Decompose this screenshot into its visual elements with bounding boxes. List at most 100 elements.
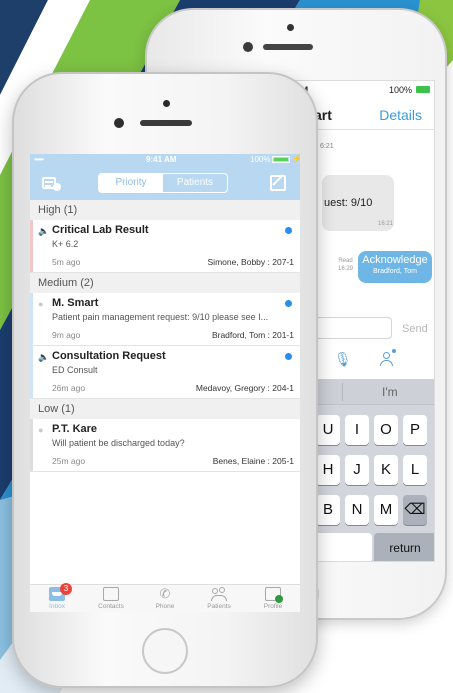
sort-segmented-control: Priority Patients <box>98 173 228 193</box>
camera-lens <box>114 118 124 128</box>
backspace-key[interactable]: ⌫ <box>403 495 427 525</box>
tab-profile[interactable]: Profile <box>246 585 300 612</box>
return-key[interactable]: return <box>374 533 434 561</box>
speaker-icon: 🔈 <box>38 352 50 362</box>
earpiece-speaker <box>263 44 313 50</box>
suggestion-word[interactable]: I'm <box>382 385 398 399</box>
contacts-icon <box>103 587 119 601</box>
item-time: 5m ago <box>52 257 81 267</box>
item-title: Critical Lab Result <box>52 224 149 236</box>
tab-label: Profile <box>263 603 283 610</box>
item-patient: Medavoy, Gregory : 204-1 <box>195 383 294 393</box>
key-u[interactable]: U <box>316 415 340 445</box>
key-p[interactable]: P <box>403 415 427 445</box>
message-input[interactable] <box>312 317 392 339</box>
list-item[interactable]: 🔈 Critical Lab Result K+ 6.2 5m ago Simo… <box>30 220 300 273</box>
status-bar: ••••• 9:41 AM 100% ⚡ <box>30 154 300 166</box>
home-button[interactable] <box>142 628 188 674</box>
item-title: P.T. Kare <box>52 423 98 435</box>
priority-bar <box>30 220 33 272</box>
item-time: 26m ago <box>52 383 86 393</box>
read-label: Read <box>338 258 353 264</box>
earpiece-speaker <box>140 120 192 126</box>
compose-icon[interactable] <box>270 174 286 191</box>
key-j[interactable]: J <box>345 455 369 485</box>
battery-percent: 100% <box>388 85 412 95</box>
patients-icon <box>211 587 227 601</box>
unread-dot <box>285 353 292 360</box>
speaker-icon: 🔈 <box>38 226 50 236</box>
item-subtitle: K+ 6.2 <box>52 239 79 249</box>
item-subtitle: Will patient be discharged today? <box>52 438 185 448</box>
front-camera <box>163 100 170 107</box>
priority-bar <box>30 346 33 398</box>
tab-label: Patients <box>207 603 231 610</box>
key-k[interactable]: K <box>374 455 398 485</box>
item-title: M. Smart <box>52 297 99 309</box>
profile-icon <box>265 587 283 603</box>
tab-label: Phone <box>155 603 175 610</box>
key-b[interactable]: B <box>316 495 340 525</box>
tab-label: Inbox <box>49 603 65 610</box>
tab-inbox[interactable]: 3 Inbox <box>30 583 84 612</box>
tab-priority[interactable]: Priority <box>99 174 163 192</box>
acknowledge-label: Acknowledge <box>362 254 428 266</box>
filter-inbox-icon[interactable] <box>42 174 62 192</box>
list-item[interactable]: 🔈 Consultation Request ED Consult 26m ag… <box>30 346 300 399</box>
key-o[interactable]: O <box>374 415 398 445</box>
unread-dot <box>285 300 292 307</box>
section-header-medium: Medium (2) <box>30 273 300 293</box>
item-subtitle: Patient pain management request: 9/10 pl… <box>52 312 269 322</box>
key-m[interactable]: M <box>374 495 398 525</box>
message-list: High (1) 🔈 Critical Lab Result K+ 6.2 5m… <box>30 200 300 580</box>
signal-icon: ••••• <box>34 155 44 164</box>
key-i[interactable]: I <box>345 415 369 445</box>
composer-actions: 🎙 <box>312 349 434 375</box>
acknowledge-bubble: Acknowledge Bradford, Tom <box>358 251 432 283</box>
item-subtitle: ED Consult <box>52 365 98 375</box>
read-time: 16:29 <box>338 266 354 272</box>
front-phone: ••••• 9:41 AM 100% ⚡ Priority Patients H… <box>12 72 318 688</box>
add-recipient-icon[interactable] <box>380 349 396 367</box>
battery-icon <box>272 156 290 163</box>
tab-patients[interactable]: Patients <box>192 585 246 612</box>
battery-icon <box>416 86 430 93</box>
message-time: 16:21 <box>378 221 394 227</box>
read-receipt: Read 16:29 <box>338 257 353 273</box>
key-n[interactable]: N <box>345 495 369 525</box>
send-button[interactable]: Send <box>402 323 428 335</box>
tab-patients[interactable]: Patients <box>163 174 227 192</box>
battery-percent: 100% <box>250 155 271 164</box>
front-camera <box>287 24 294 31</box>
acknowledged-by: Bradford, Tom <box>373 268 417 275</box>
charging-icon: ⚡ <box>292 154 300 163</box>
priority-bar <box>30 419 33 471</box>
tab-phone[interactable]: ✆ Phone <box>138 585 192 612</box>
list-item[interactable]: ● P.T. Kare Will patient be discharged t… <box>30 419 300 472</box>
item-patient: Bradford, Tom : 201-1 <box>211 330 294 340</box>
status-time: 9:41 AM <box>146 155 177 164</box>
bottom-tab-bar: 3 Inbox Contacts ✆ Phone Patients Profil… <box>30 583 300 612</box>
unread-badge: 3 <box>60 583 72 595</box>
key-h[interactable]: H <box>316 455 340 485</box>
chat-bubble-icon: ● <box>38 425 44 435</box>
tab-label: Contacts <box>98 603 124 610</box>
item-title: Consultation Request <box>52 350 166 362</box>
top-nav-bar: Priority Patients <box>30 166 300 200</box>
details-button[interactable]: Details <box>379 107 422 123</box>
item-time: 9m ago <box>52 330 81 340</box>
item-patient: Simone, Bobby : 207-1 <box>207 257 294 267</box>
inbox-screen: ••••• 9:41 AM 100% ⚡ Priority Patients H… <box>30 154 300 612</box>
tab-contacts[interactable]: Contacts <box>84 585 138 612</box>
camera-lens <box>243 42 253 52</box>
message-text: uest: 9/10 <box>324 197 373 209</box>
key-l[interactable]: L <box>403 455 427 485</box>
chat-bubble-icon: ● <box>38 299 44 309</box>
message-timestamp: 6:21 <box>320 143 334 150</box>
phone-icon: ✆ <box>159 586 171 601</box>
list-item[interactable]: ● M. Smart Patient pain management reque… <box>30 293 300 346</box>
microphone-icon[interactable]: 🎙 <box>334 351 352 368</box>
section-header-low: Low (1) <box>30 399 300 419</box>
priority-bar <box>30 293 33 345</box>
item-patient: Benes, Elaine : 205-1 <box>212 456 294 466</box>
